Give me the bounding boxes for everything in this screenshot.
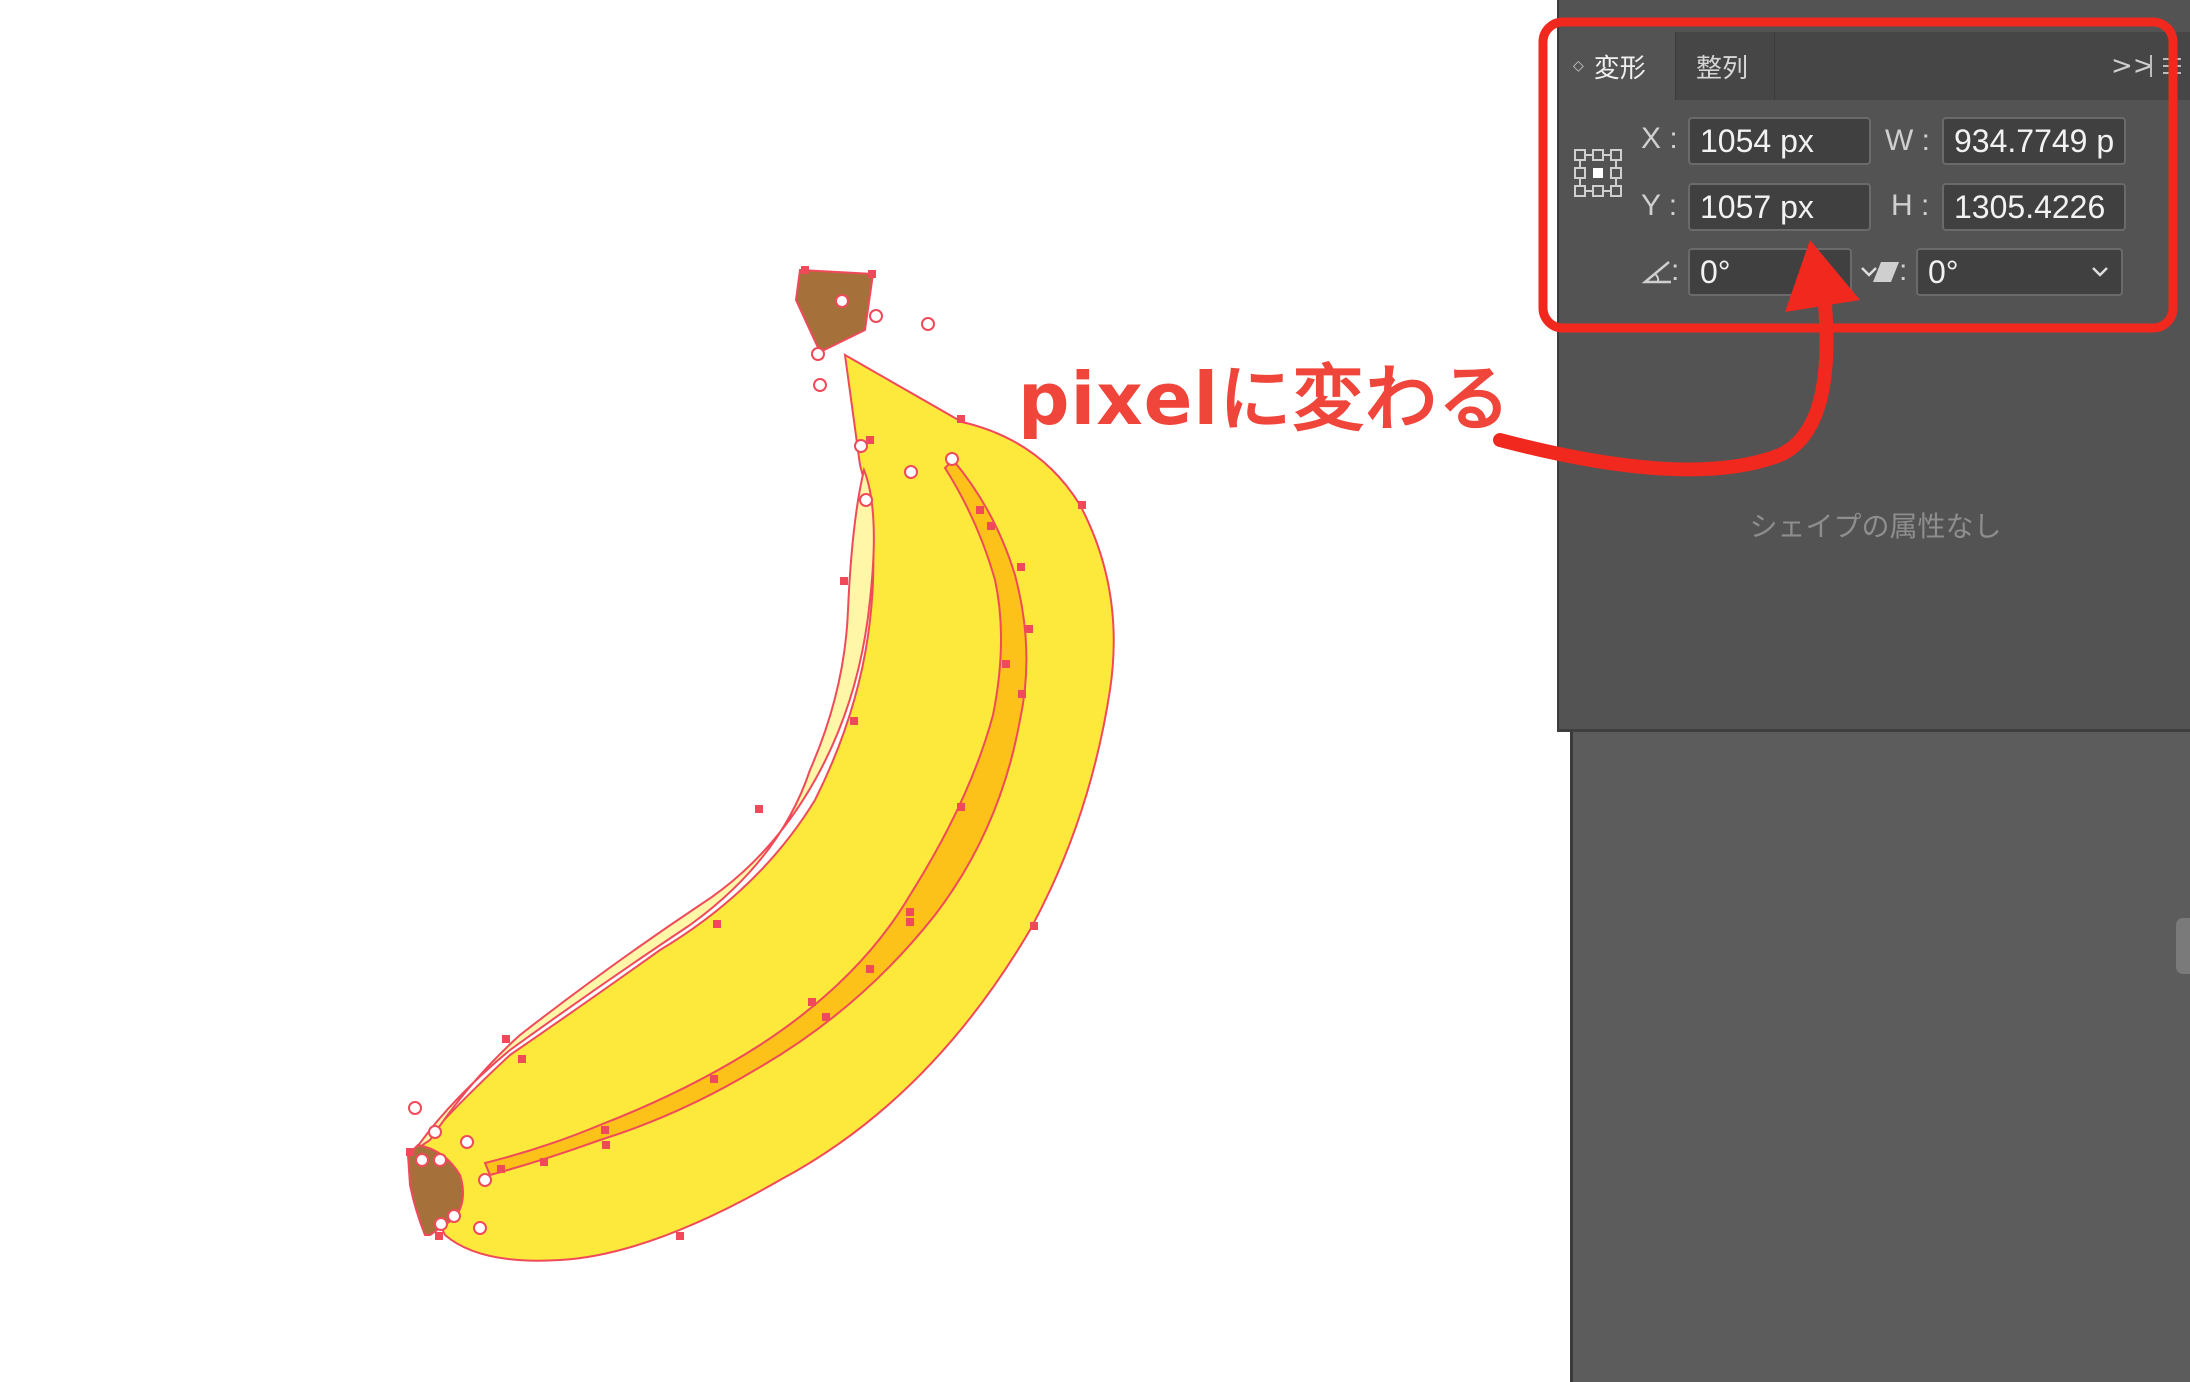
tab-transform-label: 変形 [1593,53,1646,84]
tab-align-label: 整列 [1696,53,1749,84]
panel-tab-bar: ◇ 変形 整列 >> [1559,32,2190,100]
rotate-field[interactable]: 0° [1688,248,1852,296]
x-field[interactable]: 1054 px [1688,117,1871,165]
w-field[interactable]: 934.7749 p [1942,117,2126,165]
rotate-label: : [1671,254,1680,287]
annotation-label: pixelに変わる [1018,357,1512,441]
shear-label: : [1899,254,1908,287]
artboard-canvas[interactable] [0,0,1560,1382]
transform-panel: ◇ 変形 整列 >> X : 1054 px W: 934.7749 p Y … [1557,0,2190,732]
shear-field[interactable]: 0° [1916,248,2084,296]
y-field[interactable]: 1057 px [1688,183,1871,231]
h-field[interactable]: 1305.4226 [1942,183,2126,231]
no-shape-attributes-text: シェイプの属性なし [1749,510,2002,543]
panel-menu-icon[interactable] [2149,32,2183,100]
tab-align[interactable]: 整列 [1675,32,1775,100]
h-label: H : [1891,189,1930,222]
banana-illustration[interactable] [406,266,1115,1262]
shear-icon [1873,262,1899,282]
y-label: Y : [1641,189,1678,222]
panel-menu-icon-glyph [2150,55,2181,77]
x-label: X : [1641,122,1678,155]
dock-scrollbar[interactable] [2176,918,2190,974]
collapse-icon[interactable]: ◇ [1573,58,1584,74]
tab-transform[interactable]: ◇ 変形 [1559,32,1675,100]
reference-point-icon[interactable] [1573,148,1623,198]
shear-dropdown[interactable] [2079,248,2123,296]
chevron-down-icon [2092,267,2108,277]
banana-stem-top[interactable] [794,268,875,354]
w-label: W : [1885,124,1930,157]
rotate-icon [1641,261,1671,284]
